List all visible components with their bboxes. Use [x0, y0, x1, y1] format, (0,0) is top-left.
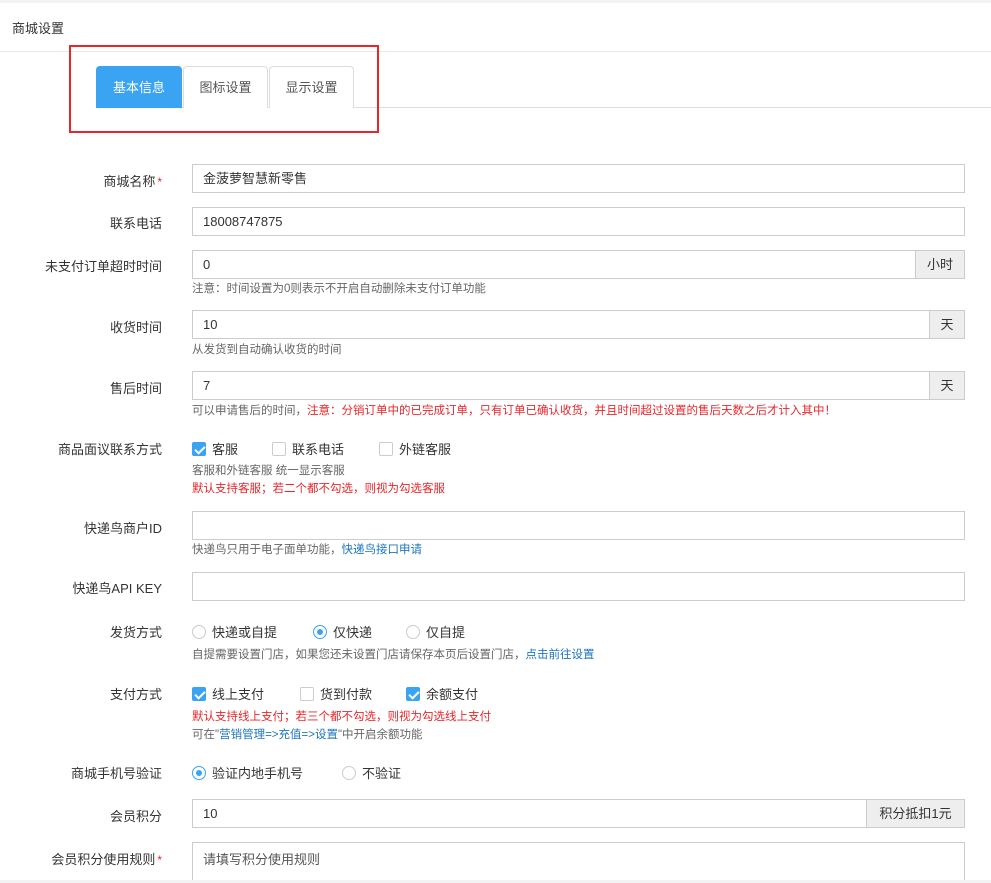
contact-method-label: 商品面议联系方式	[57, 442, 162, 457]
payment-note: 默认支持线上支付；若三个都不勾选，则视为勾选线上支付	[192, 711, 491, 723]
store-settings-link[interactable]: 点击前往设置	[526, 649, 595, 661]
unpaid-timeout-label: 未支付订单超时时间	[44, 259, 162, 274]
kdn-apply-link[interactable]: 快递鸟接口申请	[342, 544, 423, 556]
points-input[interactable]: 10	[192, 799, 867, 828]
payment-option-balance[interactable]: 余额支付	[406, 684, 478, 703]
tabs-highlight-box	[69, 45, 379, 133]
radio-selected-icon[interactable]	[192, 765, 206, 780]
phone-label: 联系电话	[109, 216, 162, 231]
contact-option-phone[interactable]: 联系电话	[272, 439, 344, 458]
points-addon: 积分抵扣1元	[866, 799, 965, 828]
contact-option-external[interactable]: 外链客服	[379, 439, 451, 458]
kdn-id-label: 快递鸟商户ID	[83, 521, 162, 536]
radio-icon[interactable]	[342, 765, 356, 780]
kdn-key-input[interactable]	[192, 572, 965, 601]
unpaid-timeout-help: 注意：时间设置为0则表示不开启自动删除未支付订单功能	[192, 283, 486, 295]
phone-verify-label: 商城手机号验证	[70, 766, 162, 781]
required-mark: *	[157, 853, 162, 867]
contact-method-help: 客服和外链客服 统一显示客服	[192, 465, 345, 477]
top-border	[0, 0, 991, 3]
recharge-settings-link[interactable]: 营销管理=>充值=>设置	[219, 729, 338, 741]
shop-name-input[interactable]: 金菠萝智慧新零售	[192, 164, 965, 193]
contact-option-service[interactable]: 客服	[192, 439, 238, 458]
checkbox-icon[interactable]	[272, 441, 286, 456]
contact-method-note: 默认支持客服；若二个都不勾选，则视为勾选客服	[192, 483, 445, 495]
payment-option-cod[interactable]: 货到付款	[300, 684, 372, 703]
points-label: 会员积分	[109, 809, 162, 824]
checkbox-icon[interactable]	[379, 441, 393, 456]
checkbox-icon[interactable]	[300, 686, 314, 701]
phone-input[interactable]: 18008747875	[192, 207, 965, 236]
hours-addon: 小时	[915, 250, 965, 279]
kdn-id-input[interactable]	[192, 511, 965, 540]
days-addon: 天	[929, 371, 965, 400]
radio-icon[interactable]	[192, 624, 206, 639]
delivery-option-pickup[interactable]: 仅自提	[406, 622, 465, 641]
receive-time-label: 收货时间	[109, 320, 162, 335]
radio-selected-icon[interactable]	[313, 624, 327, 639]
verify-option-mainland[interactable]: 验证内地手机号	[192, 763, 303, 782]
receive-time-input[interactable]: 10	[192, 310, 930, 339]
after-sale-input[interactable]: 7	[192, 371, 930, 400]
unpaid-timeout-input[interactable]: 0	[192, 250, 916, 279]
delivery-label: 发货方式	[109, 625, 162, 640]
receive-time-help: 从发货到自动确认收货的时间	[192, 344, 342, 356]
checkbox-checked-icon[interactable]	[192, 441, 206, 456]
verify-option-none[interactable]: 不验证	[342, 763, 401, 782]
kdn-key-label: 快递鸟API KEY	[72, 581, 162, 596]
radio-icon[interactable]	[406, 624, 420, 639]
shop-name-label: 商城名称 *	[103, 174, 162, 189]
after-sale-help: 可以申请售后的时间，注意：分销订单中的已完成订单，只有订单已确认收货，并且时间超…	[192, 405, 836, 417]
checkbox-checked-icon[interactable]	[192, 686, 206, 701]
checkbox-checked-icon[interactable]	[406, 686, 420, 701]
payment-help: 可在"营销管理=>充值=>设置"中开启余额功能	[192, 729, 423, 741]
points-rule-label: 会员积分使用规则 *	[51, 852, 162, 867]
points-rule-textarea[interactable]: 请填写积分使用规则	[192, 842, 965, 883]
delivery-option-both[interactable]: 快递或自提	[192, 622, 277, 641]
required-mark: *	[157, 175, 162, 189]
kdn-id-help: 快递鸟只用于电子面单功能，快递鸟接口申请	[192, 544, 423, 556]
after-sale-label: 售后时间	[109, 381, 162, 396]
payment-option-online[interactable]: 线上支付	[192, 684, 264, 703]
page-title: 商城设置	[12, 21, 65, 36]
payment-label: 支付方式	[109, 687, 162, 702]
days-addon: 天	[929, 310, 965, 339]
delivery-option-express[interactable]: 仅快递	[313, 622, 372, 641]
delivery-help: 自提需要设置门店，如果您还未设置门店请保存本页后设置门店，点击前往设置	[192, 649, 595, 661]
